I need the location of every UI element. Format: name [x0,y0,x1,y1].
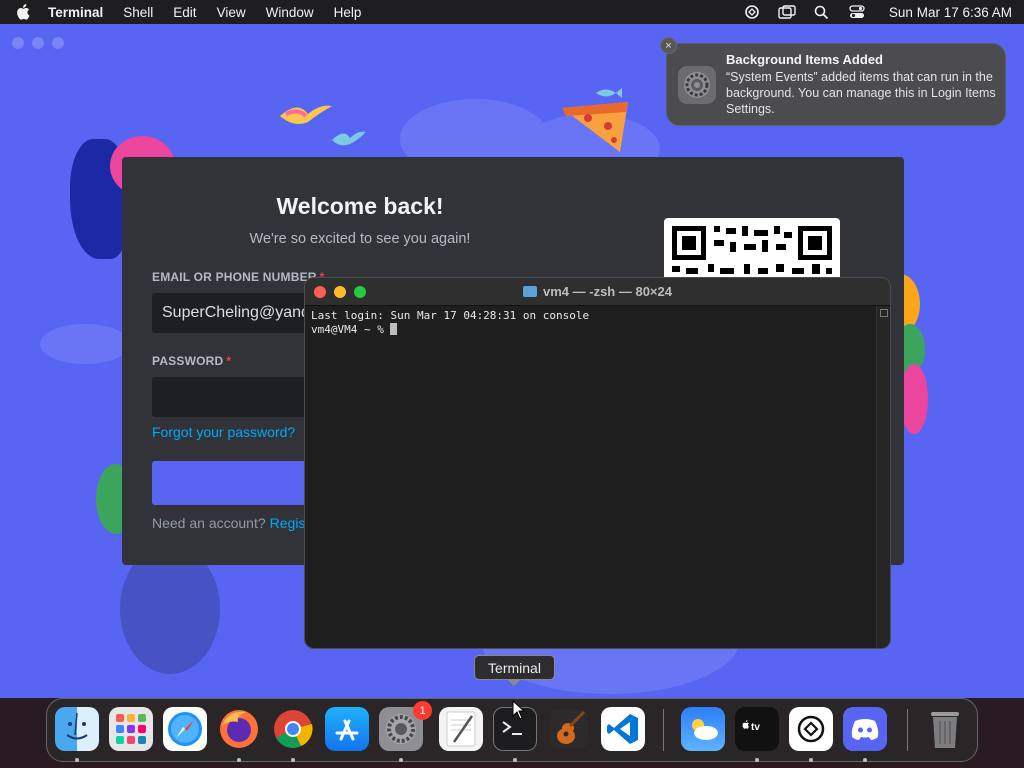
dock-apple-tv-icon[interactable]: tv [735,707,779,751]
menu-help[interactable]: Help [334,5,362,20]
dock-chrome-running-dot [291,758,295,762]
dock-firefox-icon[interactable] [217,707,261,751]
menu-bar: Terminal Shell Edit View Window Help Sun… [0,0,1024,24]
dock-weather-icon[interactable] [681,707,725,751]
system-settings-gear-icon [678,66,716,104]
terminal-window[interactable]: vm4 — -zsh — 80×24 Last login: Sun Mar 1… [304,277,891,649]
decor-blob [900,364,928,434]
screen-mirroring-icon[interactable] [778,4,796,20]
terminal-scrollbar[interactable] [876,306,890,648]
dock-apple-tv-running-dot [755,758,759,762]
menu-app-terminal[interactable]: Terminal [48,5,103,20]
decor-pizza-icon [562,102,628,152]
spotlight-search-icon[interactable] [813,4,831,20]
menu-shell[interactable]: Shell [123,5,153,20]
folder-icon [523,286,537,297]
dock-discord-icon[interactable] [843,707,887,751]
menu-view[interactable]: View [217,5,246,20]
terminal-titlebar[interactable]: vm4 — -zsh — 80×24 [305,278,890,306]
need-account-text: Need an account? Register [152,515,322,531]
discord-zoom-button[interactable] [52,37,64,49]
forgot-password-link[interactable]: Forgot your password? [152,424,295,440]
dock-textedit-icon[interactable] [439,707,483,751]
dock-firefox-running-dot [237,758,241,762]
terminal-split-icon[interactable] [880,309,888,317]
password-field-label: PASSWORD * [152,354,232,368]
dock-settings-badge: 1 [413,701,432,720]
dock-safari-icon[interactable] [163,707,207,751]
terminal-prompt: vm4@VM4 ~ % [311,323,391,336]
dock-chatgpt-running-dot [809,758,813,762]
notification-close-button[interactable]: × [660,37,677,54]
dock-separator [663,709,664,751]
email-field-label: EMAIL OR PHONE NUMBER* [152,270,324,284]
terminal-prompt-line: vm4@VM4 ~ % [311,323,589,337]
dock-trash-icon[interactable] [923,707,967,751]
terminal-cursor [390,323,398,335]
dock-chrome-icon[interactable] [271,707,315,751]
discord-minimize-button[interactable] [32,37,44,49]
menu-clock[interactable]: Sun Mar 17 6:36 AM [889,5,1012,20]
dock-finder-running-dot [75,758,79,762]
decor-fish-icon [596,88,622,98]
discord-close-button[interactable] [12,37,24,49]
notification-title: Background Items Added [726,52,883,67]
login-subtitle: We're so excited to see you again! [249,231,471,247]
menu-edit[interactable]: Edit [173,5,196,20]
dock-chatgpt-icon[interactable] [789,707,833,751]
dock-separator [907,709,908,751]
dock-finder-icon[interactable] [55,707,99,751]
notification-background-items[interactable]: Background Items Added “System Events” a… [666,43,1006,126]
terminal-last-login: Last login: Sun Mar 17 04:28:31 on conso… [311,309,590,322]
dock-tooltip-arrow [508,680,520,686]
dock-discord-running-dot [863,758,867,762]
terminal-output[interactable]: Last login: Sun Mar 17 04:28:31 on conso… [311,309,589,337]
decor-cloud [40,324,130,364]
menu-window[interactable]: Window [266,5,314,20]
decor-bird-icon [280,105,332,124]
mouse-pointer-icon [512,700,526,720]
svg-text:tv: tv [751,722,760,733]
terminal-title: vm4 — -zsh — 80×24 [305,284,890,299]
dock-settings-running-dot [399,758,403,762]
dock-app-store-icon[interactable] [325,707,369,751]
decor-bird-icon [332,131,366,146]
dock-vscode-icon[interactable] [601,707,645,751]
login-title: Welcome back! [276,193,444,219]
apple-menu-icon[interactable] [12,4,34,20]
dock-terminal-running-dot [513,758,517,762]
notification-body: “System Events” added items that can run… [726,70,996,116]
control-center-icon[interactable] [848,4,866,20]
dock-launchpad-icon[interactable] [109,707,153,751]
dock-garageband-icon[interactable] [547,707,591,751]
dock-tooltip: Terminal [474,655,555,680]
chatgpt-status-icon[interactable] [743,4,761,20]
